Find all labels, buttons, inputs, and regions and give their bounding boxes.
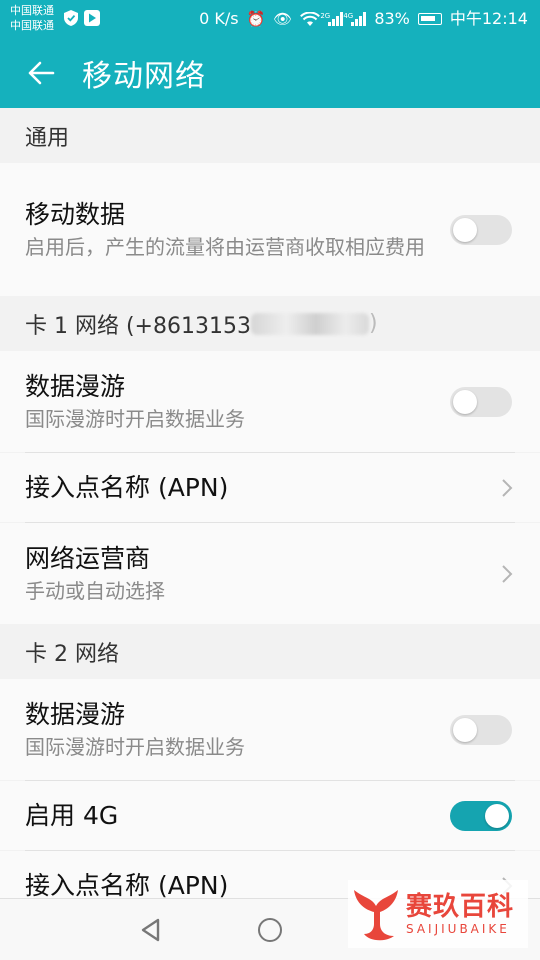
battery-percent: 83%: [374, 9, 410, 28]
carrier-2: 中国联通: [10, 19, 54, 32]
back-button[interactable]: [0, 38, 82, 108]
notification-icons: [64, 10, 100, 26]
whale-tail-logo: [354, 890, 398, 941]
signal-sim1-icon: 2G: [320, 12, 344, 26]
sim2-roaming-title: 数据漫游: [25, 699, 126, 729]
nav-back-icon[interactable]: [138, 917, 164, 943]
section-header-general: 通用: [0, 108, 540, 163]
toggle-knob: [453, 389, 477, 414]
watermark-cn: 赛玖百科: [406, 892, 515, 922]
clock: 中午12:14: [449, 9, 528, 28]
app-bar: 移动网络: [0, 38, 540, 108]
status-bar: 中国联通 中国联通 0 K/s ⏰ 👁 2G 4G 83% 中午12:14: [0, 0, 540, 38]
watermark-en: SAIJIUBAIKE: [406, 922, 510, 936]
alarm-icon: ⏰: [246, 10, 266, 28]
sim2-roaming-item[interactable]: 数据漫游 国际漫游时开启数据业务: [0, 679, 540, 780]
section-header-sim2: 卡 2 网络: [0, 624, 540, 679]
sim1-operator-summary: 手动或自动选择: [25, 578, 165, 603]
enable-4g-toggle[interactable]: [450, 800, 512, 831]
play-store-icon: [84, 10, 100, 26]
sim1-header-label: 卡 1 网络 (+86131​53: [25, 313, 251, 339]
signal-sim2-icon: 4G: [343, 12, 367, 26]
wifi-icon: [300, 11, 321, 26]
sim1-apn-title: 接入点名称 (APN): [25, 472, 229, 502]
sim1-roaming-item[interactable]: 数据漫游 国际漫游时开启数据业务: [0, 351, 540, 452]
mobile-data-title: 移动数据: [25, 199, 126, 229]
sim2-roaming-summary: 国际漫游时开启数据业务: [25, 734, 245, 759]
sim1-roaming-title: 数据漫游: [25, 371, 126, 401]
sim2-roaming-toggle[interactable]: [450, 714, 512, 745]
toggle-knob: [453, 217, 477, 242]
chevron-right-icon: [502, 478, 513, 497]
sim1-network-tag: 2G: [320, 12, 331, 20]
redacted-phone-number: [250, 312, 369, 335]
nav-home-icon[interactable]: [258, 918, 282, 942]
shield-icon: [64, 10, 78, 26]
sim1-header-suffix: ): [368, 311, 378, 336]
section-header-sim1: 卡 1 网络 (+86131​53 ): [0, 296, 540, 351]
toggle-knob: [485, 803, 509, 828]
eye-icon: 👁: [273, 10, 293, 28]
sim1-operator-title: 网络运营商: [25, 543, 151, 573]
net-speed: 0 K/s: [199, 9, 239, 28]
mobile-data-toggle[interactable]: [450, 214, 512, 245]
sim2-network-tag: 4G: [343, 12, 354, 20]
sim1-apn-item[interactable]: 接入点名称 (APN): [0, 453, 540, 522]
mobile-data-item[interactable]: 移动数据 启用后，产生的流量将由运营商收取相应费用: [0, 163, 540, 296]
battery-icon: [417, 13, 442, 25]
carrier-1: 中国联通: [10, 4, 54, 17]
sim1-operator-item[interactable]: 网络运营商 手动或自动选择: [0, 523, 540, 624]
enable-4g-title: 启用 4G: [25, 800, 119, 830]
carrier-names: 中国联通 中国联通: [10, 3, 54, 33]
chevron-right-icon: [502, 564, 513, 583]
status-right: 0 K/s ⏰ 👁 2G 4G 83% 中午12:14: [199, 9, 528, 29]
sim2-enable-4g-item[interactable]: 启用 4G: [0, 781, 540, 850]
sim1-roaming-toggle[interactable]: [450, 386, 512, 417]
toggle-knob: [453, 717, 477, 742]
back-arrow-icon: [28, 61, 55, 85]
page-title: 移动网络: [82, 59, 206, 94]
sim1-roaming-summary: 国际漫游时开启数据业务: [25, 406, 245, 431]
watermark: 赛玖百科 SAIJIUBAIKE: [348, 880, 528, 948]
settings-list: 通用 移动数据 启用后，产生的流量将由运营商收取相应费用 卡 1 网络 (+86…: [0, 108, 540, 920]
mobile-data-summary: 启用后，产生的流量将由运营商收取相应费用: [25, 234, 425, 259]
